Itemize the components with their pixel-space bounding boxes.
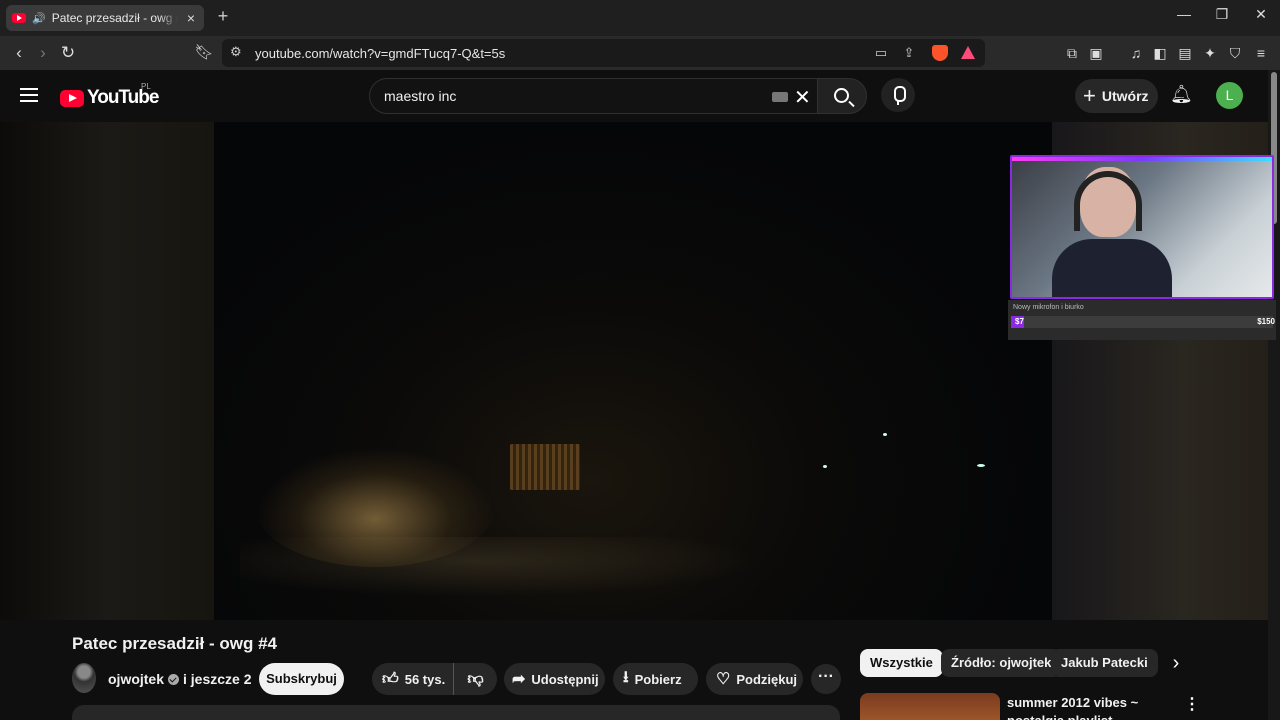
new-tab-button[interactable]: + bbox=[214, 6, 232, 27]
site-settings-icon[interactable]: ⚙ bbox=[230, 44, 242, 60]
share-button[interactable]: ➦ Udostępnij bbox=[504, 663, 605, 695]
speaker-icon[interactable]: 🔊 bbox=[32, 12, 46, 25]
thanks-button[interactable]: ♡ Podziękuj bbox=[706, 663, 803, 695]
plus-icon: + bbox=[1083, 83, 1096, 108]
lit-fence bbox=[510, 444, 580, 490]
leo-ai-icon[interactable]: ✦ bbox=[1201, 44, 1219, 62]
donation-goal: Nowy mikrofon i biurko $7 $150 bbox=[1008, 300, 1276, 340]
thumbs-up-icon: 👍︎ bbox=[382, 670, 399, 688]
youtube-play-icon bbox=[60, 89, 84, 107]
more-actions-icon[interactable]: ··· bbox=[811, 664, 841, 694]
light-dot bbox=[977, 464, 985, 467]
sidebar-icon[interactable]: ◧ bbox=[1151, 44, 1169, 62]
light-dot bbox=[883, 433, 887, 436]
recommendation-thumbnail[interactable] bbox=[860, 693, 1000, 720]
chip-jakub-patecki[interactable]: Jakub Patecki bbox=[1051, 649, 1158, 677]
channel-name[interactable]: ojwojtek bbox=[108, 671, 164, 687]
minimize-button[interactable]: — bbox=[1172, 6, 1196, 22]
video-frame-left bbox=[0, 122, 214, 620]
keyboard-icon[interactable] bbox=[772, 92, 788, 102]
description-box[interactable] bbox=[72, 705, 840, 720]
subscribe-button[interactable]: Subskrybuj bbox=[259, 663, 344, 695]
address-bar-row: ‹ › ↻ 🔖︎ ⚙ youtube.com/watch?v=gmdFTucq7… bbox=[0, 36, 1280, 70]
goal-target: $150 bbox=[1257, 317, 1275, 326]
cast-icon[interactable]: ▭ bbox=[872, 44, 890, 62]
goal-title: Nowy mikrofon i biurko bbox=[1013, 304, 1084, 311]
create-label: Utwórz bbox=[1101, 88, 1149, 104]
brave-rewards-icon[interactable] bbox=[959, 44, 977, 62]
notifications-bell-icon[interactable]: 🔔︎ bbox=[1170, 84, 1193, 106]
chevron-right-icon[interactable]: › bbox=[1166, 652, 1186, 675]
guide-menu-icon[interactable] bbox=[20, 88, 38, 102]
webcam-accent-bar bbox=[1012, 157, 1272, 161]
browser-tab[interactable]: 🔊 Patec przesadził - owg #4 - YouTube × bbox=[6, 5, 204, 31]
like-button[interactable]: 👍︎ 56 tys. bbox=[372, 663, 454, 695]
search-icon bbox=[834, 88, 849, 103]
like-dislike-group: 👍︎ 56 tys. 👎︎ bbox=[372, 663, 497, 695]
headphones-icon bbox=[1074, 171, 1142, 231]
country-code: PL bbox=[141, 82, 151, 91]
share-label: Udostępnij bbox=[531, 671, 599, 687]
chip-all[interactable]: Wszystkie bbox=[860, 649, 943, 677]
share-arrow-icon: ➦ bbox=[512, 671, 526, 688]
chip-source[interactable]: Źródło: ojwojtek bbox=[941, 649, 1062, 677]
wallet-icon[interactable]: ▤ bbox=[1176, 44, 1194, 62]
download-label: Pobierz bbox=[634, 671, 682, 687]
light-dot bbox=[823, 465, 827, 468]
channel-avatar[interactable] bbox=[72, 663, 96, 693]
forward-icon[interactable]: › bbox=[32, 42, 54, 64]
tab-close-icon[interactable]: × bbox=[184, 10, 198, 26]
address-bar[interactable]: ⚙ youtube.com/watch?v=gmdFTucq7-Q&t=5s ▭… bbox=[222, 39, 985, 67]
youtube-favicon-icon bbox=[12, 13, 26, 23]
close-window-button[interactable]: ✕ bbox=[1249, 6, 1273, 23]
webcam-overlay bbox=[1010, 155, 1274, 299]
tab-strip: 🔊 Patec przesadził - owg #4 - YouTube × … bbox=[0, 0, 1280, 36]
dislike-button[interactable]: 👎︎ bbox=[454, 670, 497, 689]
brave-shields-icon[interactable] bbox=[931, 44, 949, 62]
search-button[interactable] bbox=[817, 78, 867, 114]
url-text[interactable]: youtube.com/watch?v=gmdFTucq7-Q&t=5s bbox=[255, 46, 505, 61]
goal-progress-bar: $7 $150 bbox=[1011, 316, 1275, 328]
voice-search-icon[interactable] bbox=[881, 78, 915, 112]
search-box[interactable]: maestro inc ✕ bbox=[369, 78, 817, 114]
lit-bush bbox=[255, 447, 495, 567]
download-icon: ⭳ bbox=[623, 668, 629, 686]
vpn-icon[interactable]: ⛉ bbox=[1226, 44, 1244, 62]
thanks-label: Podziękuj bbox=[736, 671, 798, 687]
clear-search-icon[interactable]: ✕ bbox=[794, 85, 811, 110]
extensions-icon[interactable]: ⧉ bbox=[1063, 44, 1081, 62]
bookmark-icon[interactable]: 🔖︎ bbox=[193, 42, 215, 64]
back-icon[interactable]: ‹ bbox=[8, 42, 30, 64]
media-icon[interactable]: ♫ bbox=[1127, 44, 1145, 62]
streamer-image bbox=[1052, 167, 1172, 297]
channel-owner[interactable]: ojwojtek i jeszcze 2 bbox=[108, 671, 252, 687]
share-icon[interactable]: ⇪ bbox=[900, 44, 918, 62]
account-avatar[interactable]: L bbox=[1216, 82, 1243, 109]
reader-icon[interactable]: ▣ bbox=[1087, 44, 1105, 62]
recommendation-title[interactable]: summer 2012 vibes ~ nostalgia playlist bbox=[1007, 694, 1177, 720]
create-button[interactable]: + Utwórz bbox=[1075, 79, 1158, 113]
youtube-masthead: YouTube PL maestro inc ✕ + Utwórz 🔔︎ L bbox=[0, 70, 1268, 122]
goal-current: $7 bbox=[1015, 317, 1024, 326]
tab-title: Patec przesadził - owg #4 - YouTube bbox=[51, 11, 178, 25]
coauthors[interactable]: i jeszcze 2 bbox=[183, 671, 252, 687]
search-input[interactable]: maestro inc bbox=[384, 88, 456, 104]
like-count: 56 tys. bbox=[404, 671, 446, 687]
thanks-heart-icon: ♡ bbox=[716, 671, 731, 688]
verified-icon bbox=[168, 673, 180, 685]
thumbs-down-icon: 👎︎ bbox=[467, 670, 484, 688]
maximize-button[interactable]: ❐ bbox=[1210, 6, 1234, 23]
reload-icon[interactable]: ↻ bbox=[57, 42, 79, 64]
recommendation-menu-icon[interactable]: ⋮ bbox=[1184, 694, 1200, 714]
download-button[interactable]: ⭳ Pobierz bbox=[613, 663, 698, 695]
youtube-logo[interactable]: YouTube PL bbox=[60, 82, 159, 109]
video-title: Patec przesadził - owg #4 bbox=[72, 634, 278, 653]
menu-icon[interactable]: ≡ bbox=[1252, 44, 1270, 62]
